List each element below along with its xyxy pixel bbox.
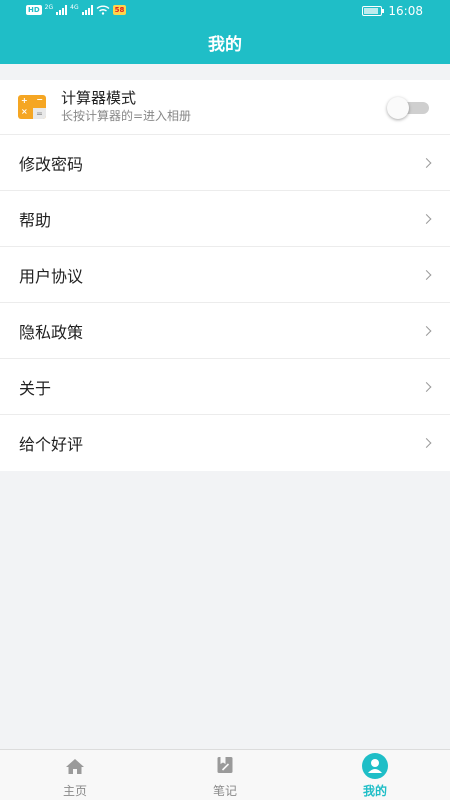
network-type-icon: 4G [70,4,79,11]
home-icon [66,759,84,774]
settings-list: + − × = 计算器模式 长按计算器的=进入相册 修改密码 帮助 用户协议 隐… [0,80,450,471]
calculator-icon: + − × = [18,95,46,119]
calculator-mode-toggle[interactable] [387,97,429,119]
menu-item-label: 隐私政策 [19,322,84,342]
chevron-right-icon [421,438,432,448]
chevron-right-icon [421,213,432,224]
menu-item-label: 修改密码 [19,154,84,174]
page-title: 我的 [0,24,450,64]
signal-icon [81,5,93,15]
chevron-right-icon [421,157,432,168]
menu-item-label: 给个好评 [19,435,84,454]
chevron-right-icon [421,381,432,392]
tab-home[interactable]: 主页 [0,750,150,800]
chevron-right-icon [421,325,432,336]
signal-icon [56,5,68,15]
chevron-right-icon [421,269,432,280]
menu-item-user-agreement[interactable]: 用户协议 [0,247,450,303]
network-type-icon: 2G [44,4,54,11]
menu-item-rate-app[interactable]: 给个好评 [0,415,450,471]
tab-profile[interactable]: 我的 [300,750,450,800]
calculator-mode-row: + − × = 计算器模式 长按计算器的=进入相册 [0,80,450,135]
wifi-icon [96,5,110,15]
menu-item-about[interactable]: 关于 [0,359,450,415]
menu-item-label: 用户协议 [19,266,84,286]
calculator-mode-text: 计算器模式 长按计算器的=进入相册 [61,89,191,125]
status-bar: HD 2G 4G 58 16:08 [0,0,450,24]
menu-item-privacy-policy[interactable]: 隐私政策 [0,303,450,359]
app-notification-icon: 58 [112,5,127,15]
menu-item-change-password[interactable]: 修改密码 [0,135,450,191]
status-time: 16:08 [388,4,423,18]
note-icon [217,757,233,773]
tab-label: 主页 [62,784,87,798]
status-indicators: HD 2G 4G 58 [26,4,127,15]
bottom-tab-bar: 主页 笔记 我的 [0,749,450,800]
battery-icon [362,6,385,16]
tab-label: 我的 [362,784,387,798]
menu-item-help[interactable]: 帮助 [0,191,450,247]
profile-icon [362,753,388,779]
menu-item-label: 帮助 [19,210,52,230]
tab-label: 笔记 [212,784,237,798]
hd-icon: HD [26,5,42,15]
toggle-knob [387,97,409,119]
calculator-mode-subtitle: 长按计算器的=进入相册 [61,109,192,123]
calculator-mode-title: 计算器模式 [61,89,137,107]
menu-item-label: 关于 [19,378,52,398]
tab-notes[interactable]: 笔记 [150,750,300,800]
status-right: 16:08 [362,4,423,18]
